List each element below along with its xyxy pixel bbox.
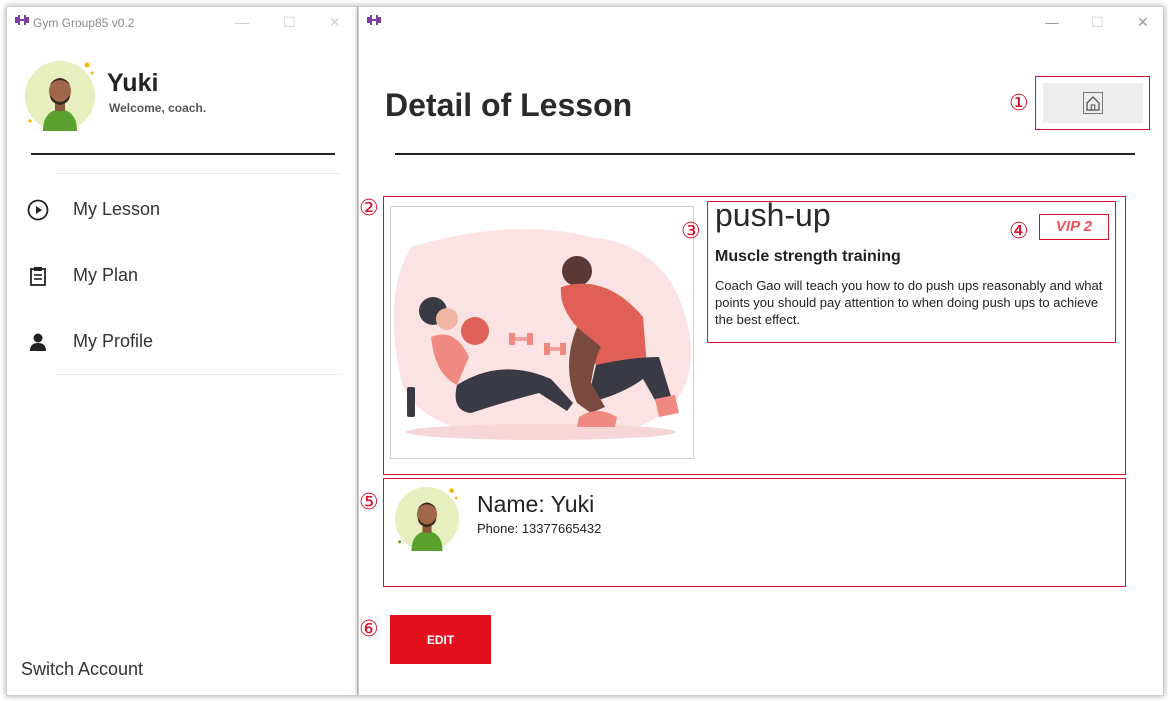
close-button[interactable]: ✕ [1137,13,1149,31]
annotation-number-3: ③ [681,219,701,244]
coach-phone: Phone: 13377665432 [477,521,602,536]
divider [31,153,335,155]
sidebar-item-my-plan[interactable]: My Plan [23,255,323,295]
sidebar-window: Gym Group85 v0.2 — ☐ ✕ Yuki Welcome, coa… [6,6,358,696]
lesson-image [390,206,694,459]
divider [55,374,341,375]
sidebar-item-label: My Lesson [73,199,161,219]
coach-avatar [395,487,459,551]
play-circle-icon [27,199,49,221]
divider [395,153,1135,155]
coach-name: Name: Yuki [477,491,595,517]
minimize-button[interactable]: — [235,13,249,31]
detail-titlebar: — ☐ ✕ [359,7,1163,37]
sidebar-titlebar: Gym Group85 v0.2 — ☐ ✕ [7,7,357,37]
sidebar-item-label: My Plan [73,265,139,285]
annotation-number-6: ⑥ [359,617,379,642]
maximize-button[interactable]: ☐ [1091,13,1104,31]
workout-illustration-icon [393,229,692,440]
app-title: Gym Group85 v0.2 [33,16,135,30]
dumbbell-logo-icon [15,15,29,25]
close-button[interactable]: ✕ [329,13,341,31]
annotation-number-1: ① [1009,91,1029,116]
clipboard-icon [30,267,46,286]
annotation-number-2: ② [359,196,379,221]
divider [55,173,341,174]
sidebar-item-label: My Profile [73,331,154,351]
annotation-box-1 [1035,76,1150,130]
lesson-description: Coach Gao will teach you how to do push … [715,278,1103,327]
coach-avatar-icon [398,488,458,551]
coach-avatar-icon [28,62,94,131]
sidebar-item-my-profile[interactable]: My Profile [23,321,323,361]
detail-window: — ☐ ✕ Detail of Lesson ① ② ③ push-up VIP… [358,6,1164,696]
annotation-number-5: ⑤ [359,490,379,515]
lesson-subtitle: Muscle strength training [715,248,901,265]
annotation-number-4: ④ [1009,219,1029,244]
vip-badge: VIP 2 [1039,214,1109,240]
sidebar-item-my-lesson[interactable]: My Lesson [23,189,323,229]
edit-button[interactable]: EDIT [390,615,491,664]
maximize-button[interactable]: ☐ [283,13,296,31]
welcome-text: Welcome, coach. [109,101,207,115]
user-name: Yuki [107,69,159,97]
page-title: Detail of Lesson [385,87,633,123]
minimize-button[interactable]: — [1045,13,1059,31]
switch-account-link[interactable]: Switch Account [21,659,143,680]
user-avatar [25,61,95,131]
person-icon [30,333,46,351]
lesson-title: push-up [715,197,831,233]
dumbbell-logo-icon [367,15,381,25]
